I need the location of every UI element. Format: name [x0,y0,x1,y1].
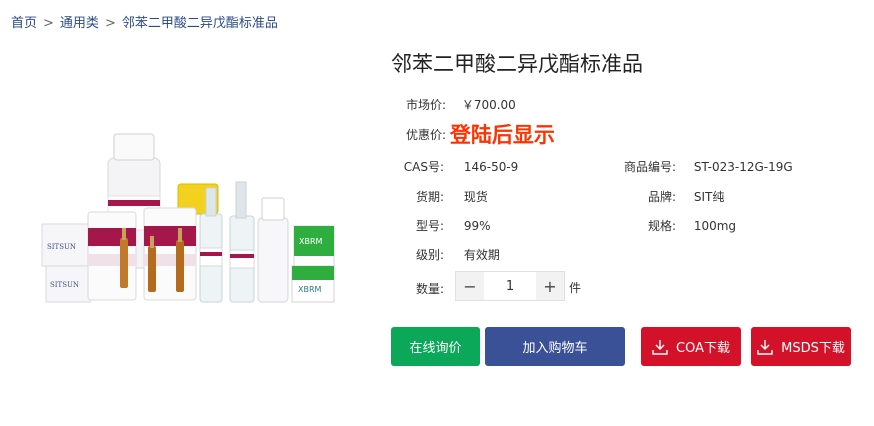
cas-label: CAS号: [403,160,444,174]
spec-value: 100mg [693,219,737,233]
market-price-row: 市场价: ￥700.00 [402,96,516,113]
breadcrumb-current[interactable]: 邻苯二甲酸二异戊酯标准品 [122,16,278,31]
breadcrumb: 首页 > 通用类 > 邻苯二甲酸二异戊酯标准品 [11,12,278,31]
product-no-value: ST-023-12G-19G [693,160,793,174]
model-value: 99% [463,219,491,233]
grade-label: 级别: [415,248,444,262]
quantity-increment-button[interactable]: + [536,272,564,300]
download-icon [757,339,773,355]
promo-price-row: 优惠价: 登陆后显示 [402,119,555,149]
market-price-value: ￥700.00 [461,98,516,112]
product-no-row: 商品编号: ST-023-12G-19G [620,158,793,175]
msds-download-button[interactable]: MSDS下载 [751,327,851,366]
market-price-label: 市场价: [405,98,446,112]
brand-value: SIT纯 [693,190,725,204]
stock-value: 现货 [463,190,488,204]
brand-label: 品牌: [647,190,676,204]
breadcrumb-home[interactable]: 首页 [11,16,37,31]
online-inquiry-button[interactable]: 在线询价 [391,327,480,366]
logo-text: SITSUN [47,243,76,251]
quantity-input[interactable]: 1 [484,272,536,300]
grade-value: 有效期 [463,248,500,262]
cas-row: CAS号: 146-50-9 [400,158,519,175]
coa-download-label: COA下载 [676,341,730,356]
grade-row: 级别: 有效期 [400,246,500,263]
spec-row: 规格: 100mg [620,217,736,234]
product-image: SITSUN SITSUN XBRM XBRM [41,133,335,303]
breadcrumb-category[interactable]: 通用类 [60,16,99,31]
logo-text: XBRM [299,237,323,246]
logo-text: SITSUN [50,281,79,289]
quantity-unit: 件 [569,281,582,295]
breadcrumb-separator: > [43,16,54,31]
model-label: 型号: [415,219,444,233]
logo-text: XBRM [298,285,322,294]
add-to-cart-button[interactable]: 加入购物车 [485,327,625,366]
brand-row: 品牌: SIT纯 [620,188,724,205]
promo-price-label: 优惠价: [405,127,446,142]
breadcrumb-separator: > [104,16,116,31]
quantity-label: 数量: [415,282,444,296]
product-title: 邻苯二甲酸二异戊酯标准品 [391,52,643,76]
msds-download-label: MSDS下载 [781,341,845,356]
stock-row: 货期: 现货 [400,188,488,205]
product-no-label: 商品编号: [623,160,676,174]
stock-label: 货期: [415,190,444,204]
online-inquiry-label: 在线询价 [409,341,462,356]
quantity-decrement-button[interactable]: − [456,272,484,300]
promo-price-value: 登陆后显示 [449,123,555,147]
coa-download-button[interactable]: COA下载 [641,327,741,366]
add-to-cart-label: 加入购物车 [522,341,588,356]
spec-label: 规格: [647,219,676,233]
model-row: 型号: 99% [400,217,491,234]
quantity-stepper: − 1 + [455,271,565,301]
download-icon [652,339,668,355]
cas-value: 146-50-9 [463,160,519,174]
